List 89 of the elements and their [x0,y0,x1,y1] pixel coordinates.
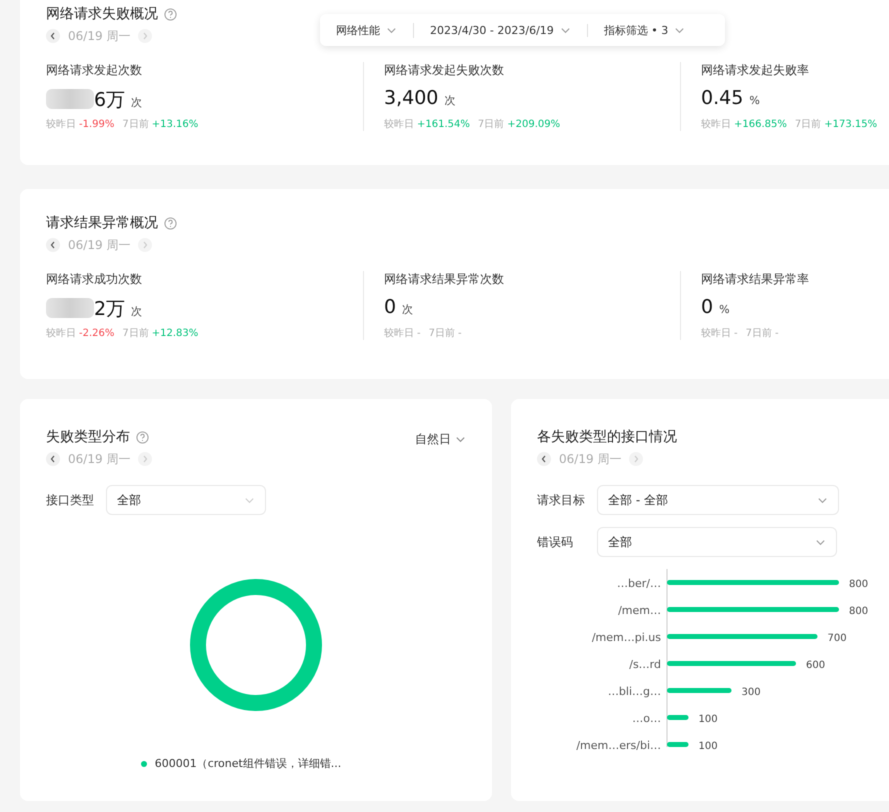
metric-value: 6万 [94,88,126,113]
comparison-label: 较昨日 [384,119,414,130]
previous-icon[interactable] [46,452,60,466]
metric-unit: 次 [131,95,142,110]
comparison-change: - [417,328,421,339]
metric-label: 网络请求发起次数 [46,62,143,79]
card-title: 请求结果异常概况 [46,214,158,232]
metric-label: 网络请求成功次数 [46,271,143,288]
metric-label: 网络请求发起失败率 [701,62,810,79]
next-icon[interactable] [138,238,152,252]
select-field[interactable]: 全部 [106,485,266,515]
metric-unit: 次 [444,93,456,108]
bar-label: /s…rd [629,658,661,671]
bar-label: /mem…ers/bi… [576,739,661,752]
comparison-change: +161.54% [417,119,470,130]
date-label: 06/19 周一 [68,236,130,254]
comparison-label: 7日前 [478,119,504,130]
metric-value: 3,400 [384,87,438,109]
card-title: 各失败类型的接口情况 [537,428,677,446]
help-icon[interactable] [164,8,177,20]
metric-value: 0 [701,296,714,318]
metric-unit: % [749,94,760,107]
comparison-label: 7日前 [122,328,149,339]
comparison-change: +13.16% [152,119,198,130]
bar-value: 800 [849,579,868,590]
metric-value: 2万 [94,297,126,322]
metric-value: 0.45 [701,87,744,109]
bar [667,715,688,720]
card-title: 网络请求失败概况 [46,5,158,23]
toolbar-dropdown[interactable]: 指标筛选 • 3 [604,22,702,38]
comparison-label: 较昨日 [701,119,731,130]
card-title: 失败类型分布 [46,428,130,446]
bar [667,688,732,693]
comparison-change: +166.85% [734,119,787,130]
metric-label: 网络请求结果异常次数 [384,271,505,288]
comparison-change: +12.83% [152,328,198,339]
comparison-change: +173.15% [824,119,878,130]
select-field[interactable]: 全部 - 全部 [597,485,839,515]
bar-label: /mem…pi.us [592,631,661,644]
toolbar-dropdown[interactable]: 2023/4/30 - 2023/6/19 [430,24,588,36]
bar-value: 700 [828,633,847,644]
bar-value: 100 [698,741,718,752]
comparison-label: 7日前 [746,328,772,339]
filter-label: 接口类型 [46,492,92,508]
period-dropdown[interactable]: 自然日 [415,431,466,448]
metric-value: 0 [384,296,396,318]
comparison-change: - [458,328,462,339]
previous-icon[interactable] [46,29,60,43]
bar-label: /mem… [618,604,661,617]
previous-icon[interactable] [46,238,60,252]
next-icon[interactable] [138,452,152,466]
comparison-label: 7日前 [122,119,149,130]
comparison-label: 较昨日 [46,119,76,130]
date-label: 06/19 周一 [68,28,130,44]
comparison-label: 较昨日 [384,328,414,339]
select-field[interactable]: 全部 [597,527,837,557]
comparison-change: -2.26% [79,328,114,339]
date-label: 06/19 周一 [559,450,622,468]
comparison-label: 7日前 [794,119,822,130]
metric-unit: % [719,303,730,316]
bar-label: …bli…g… [608,685,661,698]
comparison-label: 7日前 [428,328,455,339]
metric-label: 网络请求发起失败次数 [384,62,505,79]
help-icon[interactable] [164,216,177,230]
bar-value: 800 [849,606,868,617]
comparison-label: 较昨日 [701,328,731,339]
metric-unit: 次 [131,304,142,319]
bar-value: 300 [742,687,761,698]
bar-label: …o… [632,712,661,725]
comparison-change: +209.09% [507,119,560,130]
comparison-label: 较昨日 [46,328,76,339]
filter-label: 请求目标 [537,492,583,508]
comparison-change: -1.99% [79,119,114,130]
filter-label: 错误码 [537,534,574,550]
comparison-change: - [774,328,779,339]
next-icon[interactable] [138,29,152,43]
bar-value: 600 [806,660,826,671]
bar-value: 100 [698,714,718,725]
bar [667,742,688,747]
bar-label: …ber/… [617,577,661,590]
metric-unit: 次 [402,302,414,317]
next-icon[interactable] [629,452,644,466]
previous-icon[interactable] [537,452,551,466]
date-label: 06/19 周一 [68,450,130,468]
help-icon[interactable] [136,430,149,444]
toolbar-dropdown[interactable]: 网络性能 [336,22,414,38]
legend-label: 600001（cronet组件错误，详细错... [154,756,342,771]
metric-label: 网络请求结果异常率 [701,271,810,288]
comparison-change: - [734,328,738,339]
